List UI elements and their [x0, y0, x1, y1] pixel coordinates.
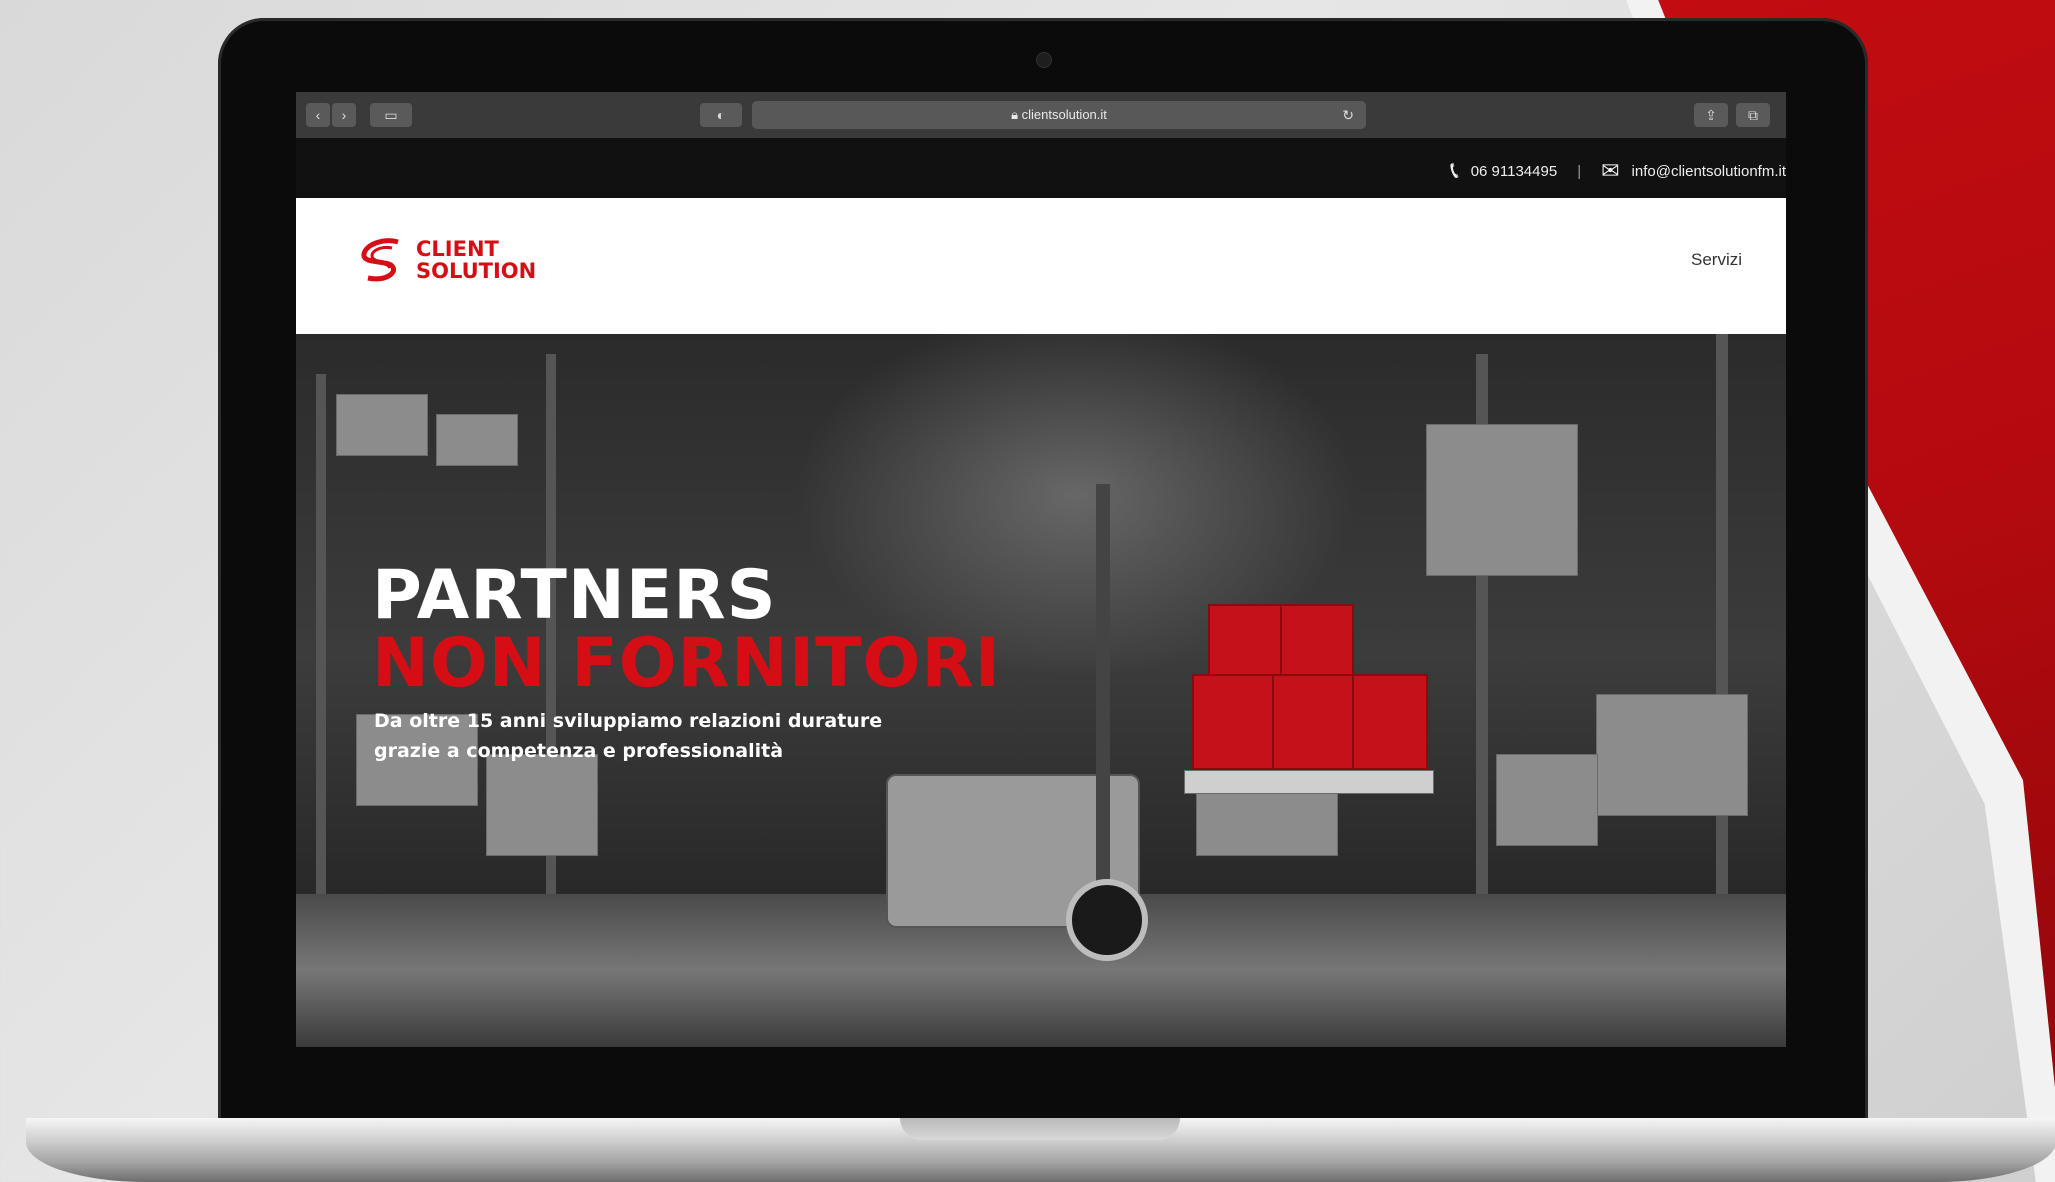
tabs-icon[interactable]: ⧉	[1736, 103, 1770, 127]
half-circle-icon[interactable]: ◐	[700, 103, 742, 127]
address-bar[interactable]: 🔒︎ clientsolution.it ↻	[752, 101, 1366, 129]
screen-bezel-bottom	[296, 1047, 1786, 1087]
forklift-mast	[1096, 484, 1110, 934]
warehouse-box	[1596, 694, 1748, 816]
nav-item-servizi[interactable]: Servizi	[1691, 250, 1742, 270]
warehouse-box	[436, 414, 518, 466]
red-box	[1352, 674, 1428, 770]
logo-swirl-icon	[361, 238, 399, 282]
shelf-post	[316, 374, 326, 894]
warehouse-box	[1496, 754, 1598, 846]
lock-icon: 🔒︎	[1011, 107, 1022, 122]
logo-text-line2: SOLUTION	[416, 259, 537, 283]
red-box	[1208, 604, 1282, 678]
contact-info: 📞︎ 06 91134495 | ✉ info@clientsolutionfm…	[1450, 157, 1786, 185]
warehouse-box	[336, 394, 428, 456]
red-box	[1192, 674, 1274, 770]
phone-icon: 📞︎	[1450, 157, 1459, 184]
pallet	[1184, 770, 1434, 794]
mail-icon: ✉	[1601, 158, 1620, 183]
sidebar-icon[interactable]: ▭	[370, 103, 412, 127]
warehouse-box	[1426, 424, 1578, 576]
hero-title-line2: NON FORNITORI	[372, 624, 1001, 703]
address-bar-url: clientsolution.it	[1021, 107, 1107, 122]
chevron-left-icon[interactable]: ‹	[306, 103, 330, 127]
hero-banner: PARTNERS NON FORNITORI Da oltre 15 anni …	[296, 334, 1786, 1047]
hero-subtitle-line2: grazie a competenza e professionalità	[374, 740, 784, 762]
laptop-camera	[1036, 52, 1052, 68]
logo-text-line1: CLIENT	[416, 237, 499, 261]
contact-separator: |	[1577, 162, 1582, 180]
forklift-wheel	[1066, 879, 1148, 961]
laptop-screen: ‹ › ▭ ◐ 🔒︎ clientsolution.it ↻ ⇪ ⧉ 📞︎ 06…	[296, 92, 1786, 1047]
warehouse-box	[486, 754, 598, 856]
brand-logo[interactable]: CLIENT SOLUTION	[356, 236, 536, 284]
red-box	[1272, 674, 1354, 770]
contact-bar: 📞︎ 06 91134495 | ✉ info@clientsolutionfm…	[296, 138, 1786, 198]
phone-number[interactable]: 06 91134495	[1471, 163, 1557, 180]
share-icon[interactable]: ⇪	[1694, 103, 1728, 127]
email-link[interactable]: info@clientsolutionfm.it	[1632, 163, 1786, 180]
chevron-right-icon[interactable]: ›	[332, 103, 356, 127]
browser-toolbar: ‹ › ▭ ◐ 🔒︎ clientsolution.it ↻ ⇪ ⧉	[296, 92, 1786, 139]
hero-subtitle-line1: Da oltre 15 anni sviluppiamo relazioni d…	[374, 710, 883, 732]
site-header: CLIENT SOLUTION Servizi	[296, 198, 1786, 334]
reload-icon[interactable]: ↻	[1342, 101, 1354, 129]
laptop-opening-notch	[900, 1118, 1180, 1140]
hero-subtitle: Da oltre 15 anni sviluppiamo relazioni d…	[374, 706, 934, 766]
red-box	[1280, 604, 1354, 678]
